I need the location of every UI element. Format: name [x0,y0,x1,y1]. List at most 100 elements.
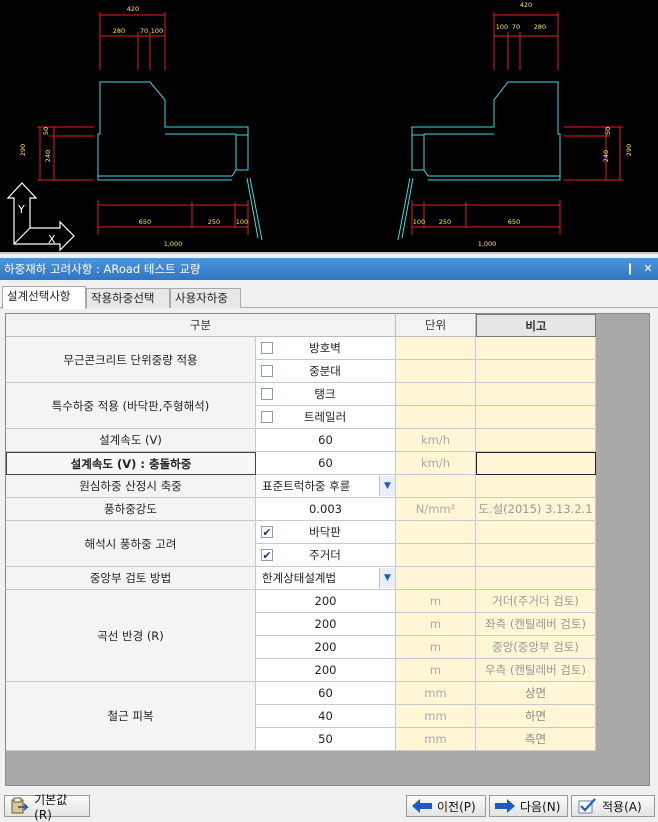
dim-right-side-total: 290 [625,144,633,156]
row-label-wind-consider: 해석시 풍하중 고려 [6,521,256,567]
radius-center-input[interactable]: 200 [256,636,396,659]
next-button[interactable]: 다음(N) [489,795,568,817]
tab-design-options[interactable]: 설계선택사항 [2,286,86,309]
right-section-outline [397,81,561,241]
unit-cell [396,475,476,498]
note-cell [476,544,596,567]
note-cell-selected[interactable] [476,452,596,475]
radius-unit: m [396,590,476,613]
cover-unit: mm [396,705,476,728]
dim-left-top-c: 100 [151,27,163,35]
note-cell [476,521,596,544]
note-cell [476,360,596,383]
wind-strength-unit: N/mm² [396,498,476,521]
unit-cell [396,360,476,383]
wind-strength-input[interactable]: 0.003 [256,498,396,521]
button-label: 이전(P) [437,799,476,814]
note-cell [476,337,596,360]
apply-button[interactable]: 적용(A) [571,795,655,817]
dim-right-top-c: 280 [534,23,546,31]
central-method-select[interactable]: 한계상태설계법 ▼ [256,567,396,590]
cad-viewport[interactable]: 420 280 70 100 50 240 290 650 250 100 1,… [0,0,658,254]
radius-unit: m [396,636,476,659]
radius-note: 우측 (캔틸레버 검토) [476,659,596,682]
radius-unit: m [396,659,476,682]
unit-cell [396,383,476,406]
select-value: 표준트럭하중 후륜 [262,479,351,493]
dim-right-side-b: 240 [602,150,610,162]
cover-top-input[interactable]: 60 [256,682,396,705]
checkbox-icon[interactable]: ✔ [261,549,273,561]
pin-icon[interactable]: ❙ [624,262,636,276]
prev-button[interactable]: 이전(P) [406,795,486,817]
collision-speed-input[interactable]: 60 [256,452,396,475]
ucs-axis-icon [6,182,75,252]
row-label-curve-radius: 곡선 반경 (R) [6,590,256,682]
checkbox-icon[interactable] [261,342,273,354]
dim-left-top-a: 280 [113,27,125,35]
checkbox-icon[interactable]: ✔ [261,526,273,538]
unit-cell [396,567,476,590]
dim-left-bot-total: 1,000 [164,240,183,248]
chevron-down-icon[interactable]: ▼ [379,568,395,588]
wind-strength-note: 도.설(2015) 3.13.2.1 [476,498,596,521]
dim-left-top-total: 420 [127,5,139,13]
checkbox-icon[interactable] [261,388,273,400]
row-label-rebar-cover: 철근 피복 [6,682,256,751]
centrifugal-axle-select[interactable]: 표준트럭하중 후륜 ▼ [256,475,396,498]
tab-applied-loads[interactable]: 작용하중선택 [86,288,170,308]
cover-note: 하면 [476,705,596,728]
checkbox-trailer[interactable]: 트레일러 [256,406,396,429]
arrow-right-icon [494,797,516,815]
close-icon[interactable]: ✕ [642,262,654,276]
collision-speed-unit: km/h [396,452,476,475]
note-cell [476,567,596,590]
unit-cell [396,337,476,360]
checkbox-main-girder[interactable]: ✔ 주거더 [256,544,396,567]
panel-title: 하중재하 고려사항 : ARoad 테스트 교량 [4,262,201,276]
radius-right-input[interactable]: 200 [256,659,396,682]
checkbox-icon[interactable] [261,411,273,423]
checkbox-label: 방호벽 [309,341,341,355]
design-speed-unit: km/h [396,429,476,452]
checkbox-median[interactable]: 중분대 [256,360,396,383]
button-label: 다음(N) [520,799,561,814]
checkbox-label: 중분대 [309,364,341,378]
default-values-button[interactable]: 기본값(R) [4,793,90,822]
radius-left-input[interactable]: 200 [256,613,396,636]
dim-left-bot-a: 650 [139,218,151,226]
dim-right-top-total: 420 [520,1,532,9]
radius-note: 중앙(중앙부 검토) [476,636,596,659]
select-value: 한계상태설계법 [262,571,337,585]
cover-side-input[interactable]: 50 [256,728,396,751]
cover-bottom-input[interactable]: 40 [256,705,396,728]
checkbox-deck[interactable]: ✔ 바닥판 [256,521,396,544]
dim-left-bot-c: 100 [236,218,248,226]
checkbox-label: 주거더 [309,548,341,562]
checkbox-guard-wall[interactable]: 방호벽 [256,337,396,360]
dim-right-bot-total: 1,000 [478,240,497,248]
checkbox-tank[interactable]: 탱크 [256,383,396,406]
header-note: 비고 [476,314,596,337]
unit-cell [396,544,476,567]
header-category: 구분 [6,314,396,337]
checkbox-icon[interactable] [261,365,273,377]
design-speed-input[interactable]: 60 [256,429,396,452]
tab-user-loads[interactable]: 사용자하중 [170,288,241,308]
row-label-centrifugal-axle: 원심하중 산정시 축중 [6,475,256,498]
dim-left-side-total: 290 [19,144,27,156]
tab-bar: 설계선택사항 작용하중선택 사용자하중 [0,284,658,309]
note-cell [476,406,596,429]
row-label-concrete: 무근콘크리트 단위중량 적용 [6,337,256,383]
dim-left-side-a: 50 [42,127,50,135]
radius-girder-input[interactable]: 200 [256,590,396,613]
dim-right-side-a: 50 [604,127,612,135]
checkbox-label: 탱크 [314,387,336,401]
note-cell [476,383,596,406]
dim-right-bot-a: 100 [413,218,425,226]
dim-left-bot-b: 250 [208,218,220,226]
default-reset-icon [9,797,30,815]
axis-x-label: X [48,233,56,246]
checkbox-label: 바닥판 [309,525,341,539]
chevron-down-icon[interactable]: ▼ [379,476,395,496]
